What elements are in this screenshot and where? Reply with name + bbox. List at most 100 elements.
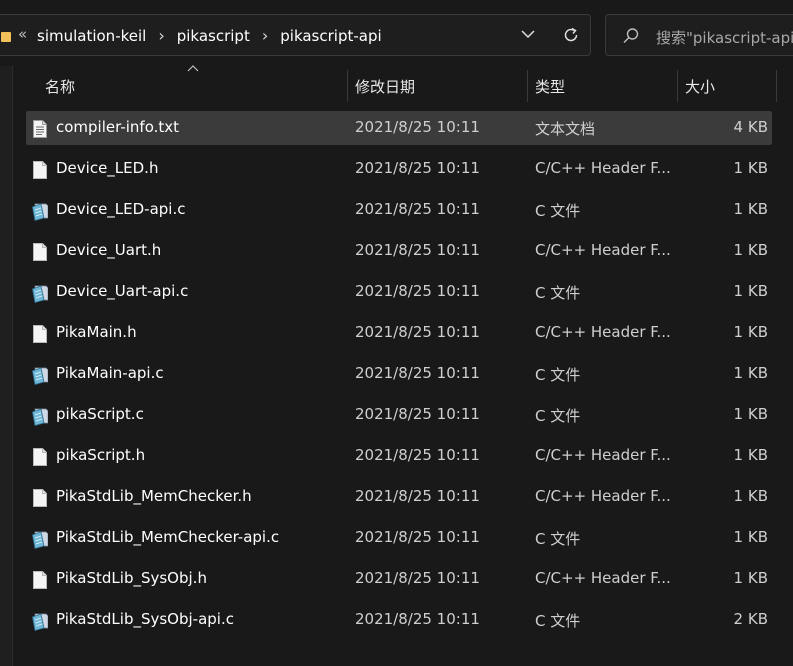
file-row[interactable]: PikaStdLib_SysObj-api.c 2021/8/25 10:11 … xyxy=(26,603,772,637)
file-date: 2021/8/25 10:11 xyxy=(355,200,480,218)
file-row[interactable]: Device_LED-api.c 2021/8/25 10:11 C 文件 1 … xyxy=(26,193,772,227)
sort-ascending-icon xyxy=(187,65,199,72)
file-size: 1 KB xyxy=(733,241,768,259)
text-file-icon xyxy=(33,120,47,138)
file-date: 2021/8/25 10:11 xyxy=(355,241,480,259)
file-row[interactable]: compiler-info.txt 2021/8/25 10:11 文本文档 4… xyxy=(26,111,772,145)
c-file-icon xyxy=(32,285,48,303)
column-divider[interactable] xyxy=(347,70,348,102)
file-row[interactable]: PikaStdLib_MemChecker.h 2021/8/25 10:11 … xyxy=(26,480,772,514)
breadcrumb-item-pikascript[interactable]: pikascript xyxy=(177,27,250,45)
file-date: 2021/8/25 10:11 xyxy=(355,405,480,423)
c-file-icon xyxy=(32,408,48,426)
file-row[interactable]: PikaStdLib_SysObj.h 2021/8/25 10:11 C/C+… xyxy=(26,562,772,596)
search-placeholder[interactable]: 搜索"pikascript-api" xyxy=(656,27,793,48)
blank-file-icon xyxy=(33,571,47,589)
file-date: 2021/8/25 10:11 xyxy=(355,487,480,505)
file-size: 1 KB xyxy=(733,200,768,218)
file-size: 1 KB xyxy=(733,405,768,423)
file-size: 4 KB xyxy=(733,118,768,136)
file-name: pikaScript.c xyxy=(56,405,144,423)
file-size: 1 KB xyxy=(733,364,768,382)
file-size: 2 KB xyxy=(733,610,768,628)
column-header-row: 名称 修改日期 类型 大小 xyxy=(0,65,793,104)
file-type: C 文件 xyxy=(535,407,581,425)
chevron-down-icon[interactable] xyxy=(520,26,536,42)
file-name: Device_Uart-api.c xyxy=(56,282,189,300)
file-name: Device_Uart.h xyxy=(56,241,162,259)
file-size: 1 KB xyxy=(733,446,768,464)
file-name: PikaMain-api.c xyxy=(56,364,164,382)
file-name: Device_LED-api.c xyxy=(56,200,186,218)
file-size: 1 KB xyxy=(733,159,768,177)
search-box[interactable]: 搜索"pikascript-api" xyxy=(605,14,793,56)
column-header-date[interactable]: 修改日期 xyxy=(355,76,415,97)
refresh-icon[interactable] xyxy=(562,26,580,44)
file-date: 2021/8/25 10:11 xyxy=(355,118,480,136)
folder-icon xyxy=(1,32,11,42)
column-header-size[interactable]: 大小 xyxy=(685,76,715,97)
chevron-right-icon[interactable]: › xyxy=(158,26,164,45)
file-name: PikaStdLib_SysObj.h xyxy=(56,569,207,587)
file-date: 2021/8/25 10:11 xyxy=(355,282,480,300)
blank-file-icon xyxy=(33,325,47,343)
file-name: Device_LED.h xyxy=(56,159,159,177)
file-row[interactable]: PikaMain.h 2021/8/25 10:11 C/C++ Header … xyxy=(26,316,772,350)
file-type: C/C++ Header F... xyxy=(535,323,671,341)
c-file-icon xyxy=(32,613,48,631)
blank-file-icon xyxy=(33,161,47,179)
breadcrumb-overflow-button[interactable]: « xyxy=(18,25,27,43)
c-file-icon xyxy=(32,203,48,221)
file-date: 2021/8/25 10:11 xyxy=(355,159,480,177)
file-type: C 文件 xyxy=(535,284,581,302)
breadcrumb-item-simulation-keil[interactable]: simulation-keil xyxy=(37,27,146,45)
file-type: C 文件 xyxy=(535,530,581,548)
file-type: 文本文档 xyxy=(535,120,596,138)
file-type: C 文件 xyxy=(535,612,581,630)
file-type: C/C++ Header F... xyxy=(535,159,671,177)
file-row[interactable]: Device_Uart.h 2021/8/25 10:11 C/C++ Head… xyxy=(26,234,772,268)
column-divider[interactable] xyxy=(776,70,777,102)
file-row[interactable]: Device_LED.h 2021/8/25 10:11 C/C++ Heade… xyxy=(26,152,772,186)
address-bar[interactable]: « simulation-keil › pikascript › pikascr… xyxy=(0,14,591,56)
column-header-type[interactable]: 类型 xyxy=(535,76,565,97)
file-name: PikaMain.h xyxy=(56,323,137,341)
column-divider[interactable] xyxy=(677,70,678,102)
file-size: 1 KB xyxy=(733,528,768,546)
column-header-name[interactable]: 名称 xyxy=(45,76,75,97)
breadcrumb: simulation-keil › pikascript › pikascrip… xyxy=(37,26,382,45)
file-row[interactable]: Device_Uart-api.c 2021/8/25 10:11 C 文件 1… xyxy=(26,275,772,309)
file-date: 2021/8/25 10:11 xyxy=(355,528,480,546)
navigation-bar: « simulation-keil › pikascript › pikascr… xyxy=(0,0,793,66)
file-type: C/C++ Header F... xyxy=(535,569,671,587)
file-date: 2021/8/25 10:11 xyxy=(355,323,480,341)
file-name: compiler-info.txt xyxy=(56,118,180,136)
c-file-icon xyxy=(32,367,48,385)
file-row[interactable]: PikaMain-api.c 2021/8/25 10:11 C 文件 1 KB xyxy=(26,357,772,391)
navigation-pane-edge xyxy=(0,66,13,666)
file-date: 2021/8/25 10:11 xyxy=(355,446,480,464)
file-type: C/C++ Header F... xyxy=(535,487,671,505)
file-row[interactable]: pikaScript.c 2021/8/25 10:11 C 文件 1 KB xyxy=(26,398,772,432)
file-date: 2021/8/25 10:11 xyxy=(355,610,480,628)
file-type: C/C++ Header F... xyxy=(535,446,671,464)
column-divider[interactable] xyxy=(527,70,528,102)
file-row[interactable]: pikaScript.h 2021/8/25 10:11 C/C++ Heade… xyxy=(26,439,772,473)
file-date: 2021/8/25 10:11 xyxy=(355,364,480,382)
chevron-right-icon[interactable]: › xyxy=(262,26,268,45)
c-file-icon xyxy=(32,531,48,549)
file-type: C/C++ Header F... xyxy=(535,241,671,259)
file-size: 1 KB xyxy=(733,487,768,505)
file-size: 1 KB xyxy=(733,282,768,300)
search-icon xyxy=(623,28,639,43)
file-size: 1 KB xyxy=(733,323,768,341)
file-type: C 文件 xyxy=(535,202,581,220)
breadcrumb-item-pikascript-api[interactable]: pikascript-api xyxy=(280,27,381,45)
file-name: pikaScript.h xyxy=(56,446,146,464)
blank-file-icon xyxy=(33,489,47,507)
file-name: PikaStdLib_SysObj-api.c xyxy=(56,610,234,628)
file-type: C 文件 xyxy=(535,366,581,384)
blank-file-icon xyxy=(33,243,47,261)
file-date: 2021/8/25 10:11 xyxy=(355,569,480,587)
file-row[interactable]: PikaStdLib_MemChecker-api.c 2021/8/25 10… xyxy=(26,521,772,555)
